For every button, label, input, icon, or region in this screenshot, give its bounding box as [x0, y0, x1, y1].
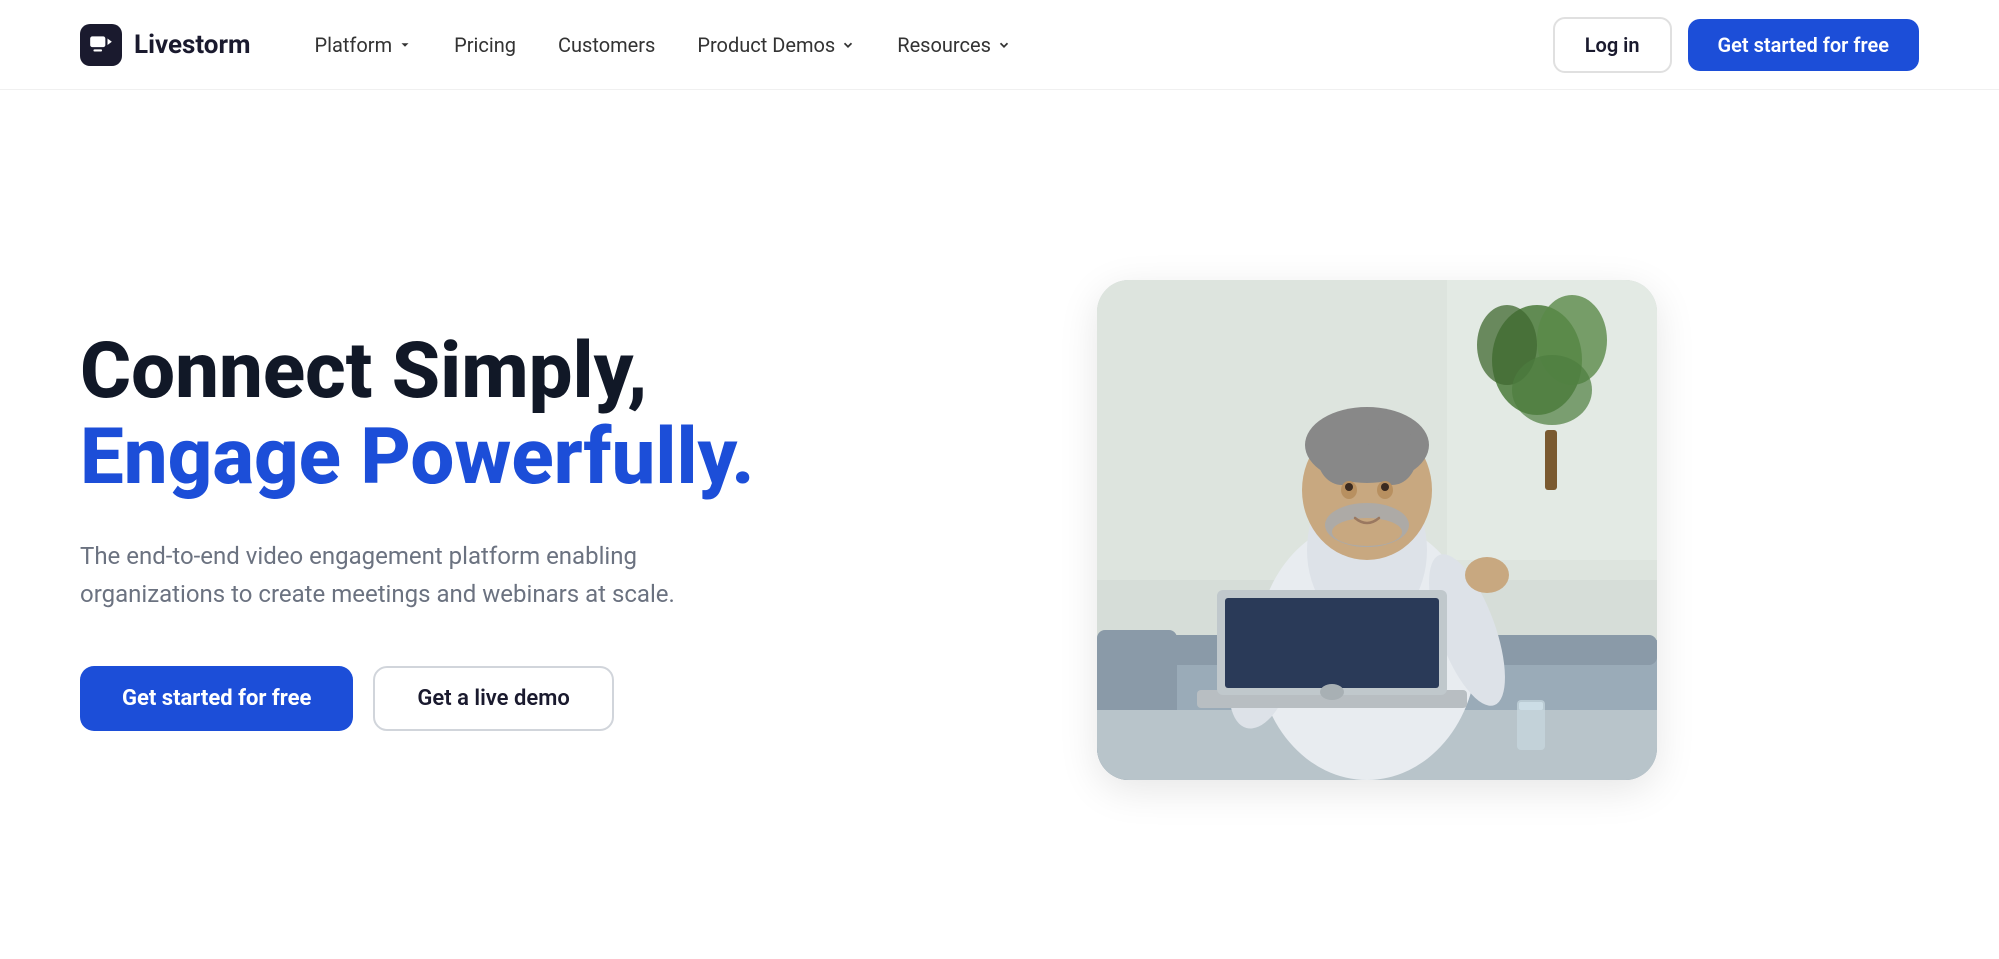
nav-link-product-demos[interactable]: Product Demos	[681, 23, 871, 67]
hero-section: Connect Simply, Engage Powerfully. The e…	[0, 90, 1999, 950]
nav-item-resources: Resources	[881, 23, 1027, 67]
nav-item-product-demos: Product Demos	[681, 23, 871, 67]
nav-link-platform[interactable]: Platform	[299, 23, 429, 67]
nav-link-resources[interactable]: Resources	[881, 23, 1027, 67]
nav-item-pricing: Pricing	[438, 23, 532, 67]
livestorm-icon	[88, 32, 114, 58]
nav-item-platform: Platform	[299, 23, 429, 67]
hero-subtext: The end-to-end video engagement platform…	[80, 537, 700, 614]
navbar: Livestorm Platform Pricing Customers	[0, 0, 1999, 90]
hero-heading: Connect Simply, Engage Powerfully.	[80, 329, 755, 501]
get-started-hero-button[interactable]: Get started for free	[80, 666, 353, 731]
hero-image	[1097, 280, 1657, 780]
nav-links: Platform Pricing Customers Product Demos	[299, 23, 1027, 67]
nav-link-customers[interactable]: Customers	[542, 23, 671, 67]
hero-image-wrapper	[835, 280, 1920, 780]
hero-content: Connect Simply, Engage Powerfully. The e…	[80, 329, 755, 730]
hero-illustration	[1097, 280, 1657, 780]
hero-buttons: Get started for free Get a live demo	[80, 666, 755, 731]
logo-link[interactable]: Livestorm	[80, 24, 251, 66]
nav-item-customers: Customers	[542, 23, 671, 67]
live-demo-button[interactable]: Get a live demo	[373, 666, 613, 731]
chevron-down-icon	[841, 38, 855, 52]
nav-link-pricing[interactable]: Pricing	[438, 23, 532, 67]
nav-right: Log in Get started for free	[1553, 17, 1919, 73]
nav-left: Livestorm Platform Pricing Customers	[80, 23, 1027, 67]
logo-text: Livestorm	[134, 30, 251, 60]
logo-icon	[80, 24, 122, 66]
chevron-down-icon	[398, 38, 412, 52]
chevron-down-icon	[997, 38, 1011, 52]
get-started-nav-button[interactable]: Get started for free	[1688, 19, 1919, 71]
login-button[interactable]: Log in	[1553, 17, 1672, 73]
